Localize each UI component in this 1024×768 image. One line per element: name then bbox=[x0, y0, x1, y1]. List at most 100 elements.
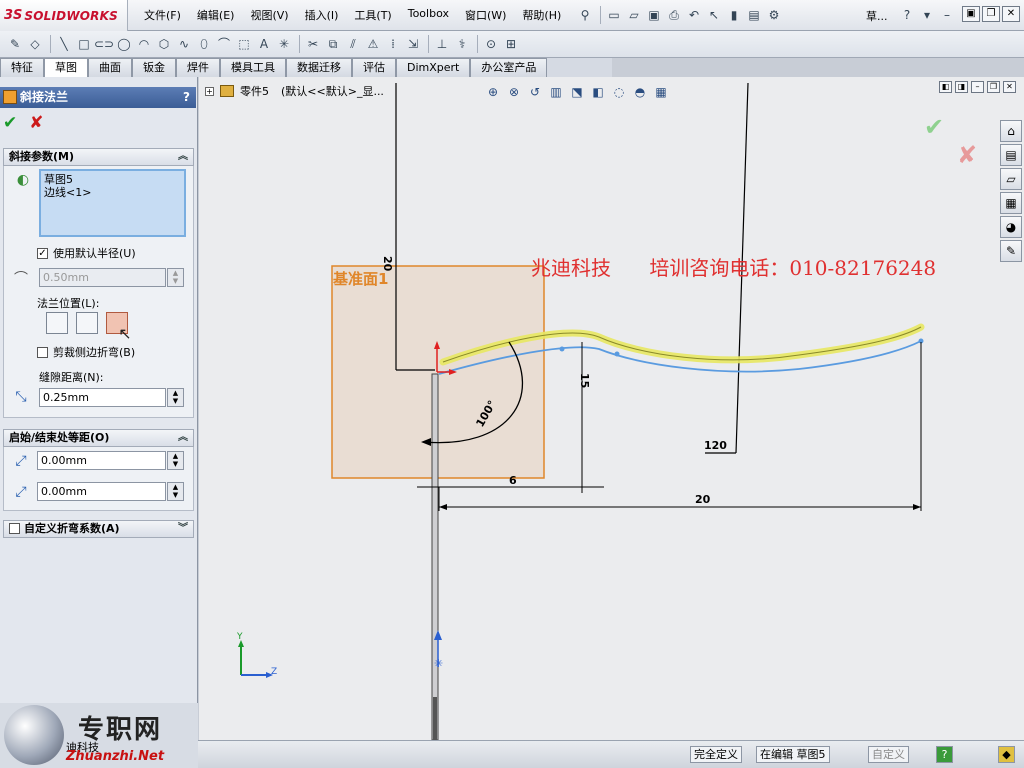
dimension-15[interactable]: 15 bbox=[578, 373, 591, 388]
menu-toolbox[interactable]: Toolbox bbox=[400, 7, 457, 23]
file-explorer-icon[interactable]: ▱ bbox=[1000, 168, 1022, 190]
move-entities-icon[interactable]: ⇲ bbox=[404, 35, 422, 53]
tab-data-migration[interactable]: 数据迁移 bbox=[286, 58, 352, 77]
feature-tree-flyout[interactable]: + 零件5 (默认<<默认>_显... bbox=[205, 83, 384, 99]
text-icon[interactable]: A bbox=[255, 35, 273, 53]
expand-icon[interactable]: + bbox=[205, 86, 214, 96]
menu-view[interactable]: 视图(V) bbox=[242, 7, 296, 23]
checkbox-checked-icon[interactable]: ✓ bbox=[37, 247, 48, 259]
slot-icon[interactable]: ⊂⊃ bbox=[94, 35, 114, 53]
selection-list[interactable]: 草图5 边线<1> bbox=[39, 169, 186, 237]
select-arrow-icon[interactable]: ↖ bbox=[705, 6, 723, 24]
help-button[interactable]: ? bbox=[183, 87, 190, 108]
menu-tools[interactable]: 工具(T) bbox=[346, 7, 399, 23]
chevron-up-icon[interactable]: ︽ bbox=[178, 430, 188, 446]
rapid-sketch-icon[interactable]: ⊞ bbox=[502, 35, 520, 53]
view-orientation-icon[interactable]: ⬔ bbox=[568, 84, 586, 100]
point-icon[interactable]: ✳ bbox=[275, 35, 293, 53]
help-question-icon[interactable]: ? bbox=[898, 6, 916, 24]
open-document-icon[interactable]: ▱ bbox=[625, 6, 643, 24]
linear-pattern-icon[interactable]: ⁞ bbox=[384, 35, 402, 53]
tab-weldments[interactable]: 焊件 bbox=[176, 58, 220, 77]
menu-help[interactable]: 帮助(H) bbox=[514, 7, 569, 23]
end-offset-input[interactable]: 0.00mm ▲ ▼ bbox=[37, 482, 184, 501]
mirror-icon[interactable]: ⚠ bbox=[364, 35, 382, 53]
miter-params-header[interactable]: 斜接参数(M) ︽ bbox=[3, 148, 194, 166]
scene-icon[interactable]: ▦ bbox=[652, 84, 670, 100]
minimize-icon[interactable]: – bbox=[971, 81, 984, 93]
display-style-icon[interactable]: ◧ bbox=[589, 84, 607, 100]
rectangle-icon[interactable]: □ bbox=[75, 35, 93, 53]
polygon-icon[interactable]: ⬡ bbox=[155, 35, 173, 53]
display-relations-icon[interactable]: ⊥ bbox=[433, 35, 451, 53]
chevron-up-icon[interactable]: ︽ bbox=[178, 149, 188, 165]
spline-point[interactable] bbox=[614, 351, 620, 357]
save-icon[interactable]: ▣ bbox=[645, 6, 663, 24]
pin-icon[interactable]: ⚲ bbox=[576, 6, 594, 24]
restore-window-icon[interactable]: ▣ bbox=[962, 6, 980, 22]
material-outside-button[interactable] bbox=[76, 312, 98, 334]
ellipse-icon[interactable]: ⬯ bbox=[195, 35, 213, 53]
plane-icon[interactable]: ⬚ bbox=[235, 35, 253, 53]
trim-side-bends-checkbox[interactable]: 剪裁侧边折弯(B) bbox=[37, 344, 135, 360]
gap-distance-input[interactable]: 0.25mm ▲ ▼ bbox=[39, 388, 184, 407]
feature-tree-part[interactable]: 零件5 bbox=[240, 83, 269, 99]
custom-properties-icon[interactable]: ✎ bbox=[1000, 240, 1022, 262]
chevron-down-icon[interactable]: ︾ bbox=[178, 521, 188, 537]
appearances-icon[interactable]: ◕ bbox=[1000, 216, 1022, 238]
options-gear-icon[interactable]: ⚙ bbox=[765, 6, 783, 24]
arc-icon[interactable]: ◠ bbox=[135, 35, 153, 53]
trim-icon[interactable]: ✂ bbox=[304, 35, 322, 53]
tab-dimxpert[interactable]: DimXpert bbox=[396, 58, 471, 77]
custom-bend-checkbox[interactable] bbox=[9, 523, 20, 534]
tab-surfaces[interactable]: 曲面 bbox=[88, 58, 132, 77]
graphics-area[interactable]: ✳ 20 15 100° 6 120 20 Y Z + 零件5 (默认<<默认>… bbox=[199, 77, 1024, 740]
design-library-icon[interactable]: ▤ bbox=[1000, 144, 1022, 166]
checkbox-unchecked-icon[interactable] bbox=[37, 346, 48, 358]
tile-right-icon[interactable]: ◨ bbox=[955, 81, 968, 93]
bend-radius-input[interactable]: 0.50mm ▲ ▼ bbox=[39, 268, 184, 287]
section-view-icon[interactable]: ▥ bbox=[547, 84, 565, 100]
material-inside-button[interactable] bbox=[46, 312, 68, 334]
dimension-20[interactable]: 20 bbox=[695, 493, 711, 506]
ok-button[interactable]: ✔ bbox=[3, 113, 17, 133]
rebuild-icon[interactable]: ▮ bbox=[725, 6, 743, 24]
dimension-6[interactable]: 6 bbox=[509, 474, 517, 487]
status-custom-units[interactable]: 自定义 bbox=[868, 746, 909, 763]
tab-evaluate[interactable]: 评估 bbox=[352, 58, 396, 77]
tab-office-products[interactable]: 办公室产品 bbox=[470, 58, 548, 77]
fillet-icon[interactable]: ⌒ bbox=[215, 35, 233, 53]
close-icon[interactable]: ✕ bbox=[1003, 81, 1016, 93]
maximize-window-icon[interactable]: ❐ bbox=[982, 6, 1000, 22]
confirmation-cancel-icon[interactable]: ✘ bbox=[957, 141, 977, 169]
quick-snaps-icon[interactable]: ⊙ bbox=[482, 35, 500, 53]
sketch-icon[interactable]: ✎ bbox=[6, 35, 24, 53]
sketch-canvas[interactable]: ✳ 20 15 100° 6 120 20 Y Z bbox=[199, 77, 1024, 740]
spline-icon[interactable]: ∿ bbox=[175, 35, 193, 53]
start-offset-spinner[interactable]: ▲ ▼ bbox=[167, 451, 184, 470]
edit-appearance-icon[interactable]: ◓ bbox=[631, 84, 649, 100]
hide-show-icon[interactable]: ◌ bbox=[610, 84, 628, 100]
tile-left-icon[interactable]: ◧ bbox=[939, 81, 952, 93]
help-icon[interactable]: ? bbox=[936, 746, 953, 763]
custom-bend-header[interactable]: 自定义折弯系数(A) ︾ bbox=[3, 520, 194, 538]
solidworks-logo[interactable]: 3S SOLIDWORKS bbox=[0, 0, 128, 31]
tag-icon[interactable]: ◆ bbox=[998, 746, 1015, 763]
zoom-to-fit-icon[interactable]: ⊕ bbox=[484, 84, 502, 100]
start-offset-input[interactable]: 0.00mm ▲ ▼ bbox=[37, 451, 184, 470]
dimension-120[interactable]: 120 bbox=[704, 439, 727, 452]
end-offset-spinner[interactable]: ▲ ▼ bbox=[167, 482, 184, 501]
menu-file[interactable]: 文件(F) bbox=[136, 7, 189, 23]
menu-window[interactable]: 窗口(W) bbox=[457, 7, 514, 23]
minimize-panel-icon[interactable]: – bbox=[938, 6, 956, 24]
feature-tree-config[interactable]: (默认<<默认>_显... bbox=[281, 83, 384, 99]
circle-icon[interactable]: ◯ bbox=[115, 35, 133, 53]
zoom-to-area-icon[interactable]: ⊗ bbox=[505, 84, 523, 100]
plane-label[interactable]: 基准面1 bbox=[333, 268, 388, 289]
close-window-icon[interactable]: ✕ bbox=[1002, 6, 1020, 22]
gap-distance-spinner[interactable]: ▲ ▼ bbox=[167, 388, 184, 407]
offset-icon[interactable]: ⫽ bbox=[344, 35, 362, 53]
confirmation-ok-icon[interactable]: ✔ bbox=[924, 113, 944, 141]
bend-radius-spinner[interactable]: ▲ ▼ bbox=[167, 268, 184, 287]
home-icon[interactable]: ⌂ bbox=[1000, 120, 1022, 142]
